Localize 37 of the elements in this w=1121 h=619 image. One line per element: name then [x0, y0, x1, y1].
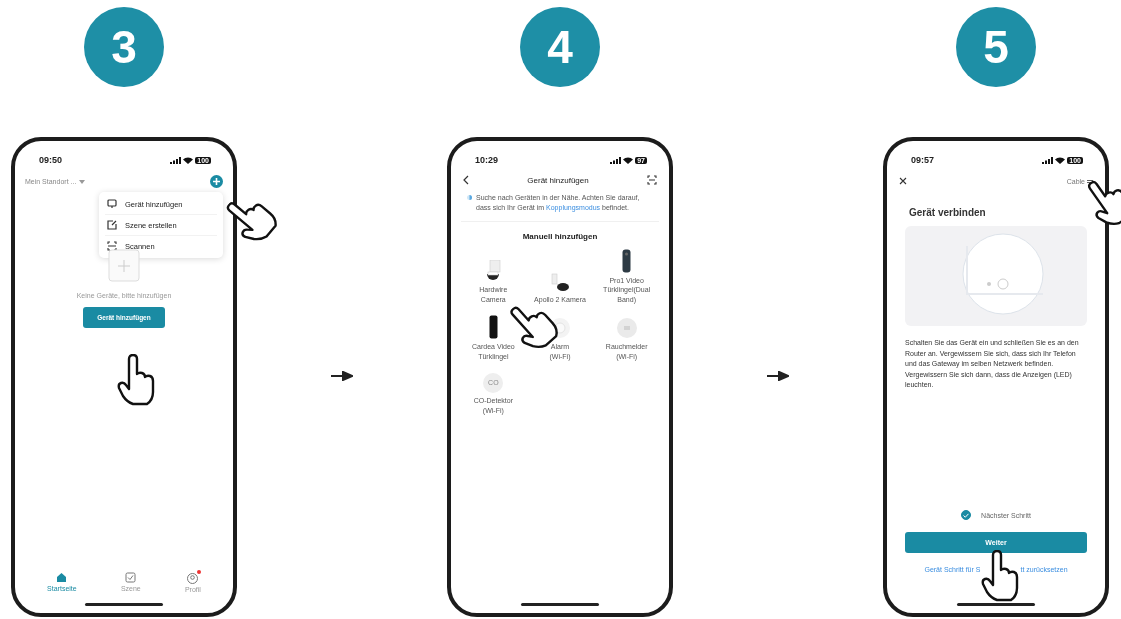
status-time: 10:29: [475, 155, 499, 165]
bullet-camera-icon: [550, 272, 570, 293]
edit-icon: [107, 220, 117, 230]
signal-icon: [610, 156, 622, 164]
doorbell-icon: [488, 315, 498, 339]
section-title: Manuell hinzufügen: [521, 231, 599, 241]
device-icon: [107, 199, 117, 209]
profile-icon: [186, 572, 199, 584]
doorbell-icon: [622, 248, 632, 273]
smoke-detector-icon: [615, 317, 638, 339]
home-icon: [56, 572, 68, 583]
caret-icon: [79, 179, 86, 184]
back-icon[interactable]: [463, 175, 469, 185]
screen-title: Gerät hinzufügen: [527, 175, 589, 185]
search-progress-icon: [467, 193, 472, 202]
status-time: 09:57: [911, 155, 935, 165]
screen-title: Gerät verbinden: [909, 207, 987, 218]
step-number: 3: [84, 7, 164, 87]
hand-pointer-icon: [981, 550, 1020, 602]
dome-camera-icon: [485, 260, 502, 283]
close-icon[interactable]: [899, 177, 907, 185]
add-icon[interactable]: [210, 175, 223, 188]
step-number: 5: [956, 7, 1036, 87]
arrow-icon: [331, 371, 353, 381]
signal-icon: [1042, 156, 1054, 164]
status-time: 09:50: [39, 155, 63, 165]
scan-icon: [107, 241, 117, 251]
scan-icon[interactable]: [647, 175, 657, 185]
hand-pointer-icon: [117, 354, 155, 406]
checkbox-icon: [125, 572, 137, 583]
step-number: 4: [520, 7, 600, 87]
signal-icon: [170, 156, 182, 164]
wifi-icon: [1055, 156, 1066, 164]
arrow-icon: [767, 371, 789, 381]
checkbox[interactable]: [961, 510, 972, 520]
wifi-icon: [183, 156, 194, 164]
wifi-icon: [623, 156, 634, 164]
